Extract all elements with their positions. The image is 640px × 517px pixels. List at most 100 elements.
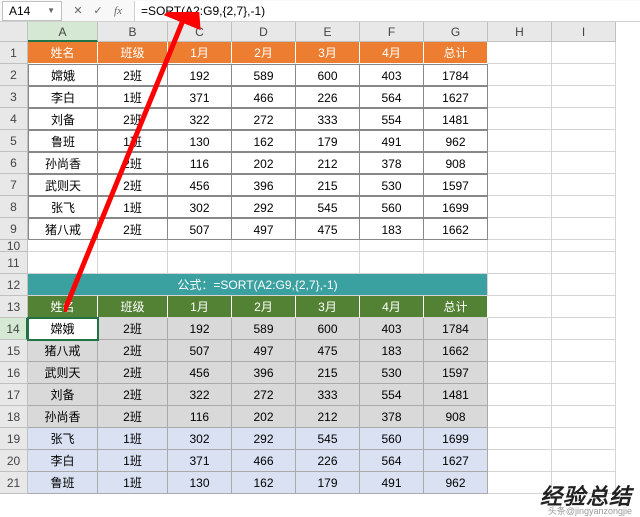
row-header-2[interactable]: 2: [0, 64, 28, 86]
table1-cell[interactable]: 183: [360, 218, 424, 240]
table1-cell[interactable]: 403: [360, 64, 424, 86]
table1-cell[interactable]: 564: [360, 86, 424, 108]
table2-cell[interactable]: 嫦娥: [28, 318, 98, 340]
blank[interactable]: [552, 384, 616, 406]
blank[interactable]: [488, 274, 552, 296]
table2-cell[interactable]: 560: [360, 428, 424, 450]
blank[interactable]: [552, 240, 616, 252]
table2-cell[interactable]: 302: [168, 428, 232, 450]
blank[interactable]: [360, 240, 424, 252]
table1-cell[interactable]: 560: [360, 196, 424, 218]
table1-header[interactable]: 总计: [424, 42, 488, 64]
table2-header[interactable]: 姓名: [28, 296, 98, 318]
blank[interactable]: [552, 152, 616, 174]
table1-cell[interactable]: 475: [296, 218, 360, 240]
blank[interactable]: [552, 274, 616, 296]
table2-cell[interactable]: 292: [232, 428, 296, 450]
row-header-19[interactable]: 19: [0, 428, 28, 450]
table2-cell[interactable]: 179: [296, 472, 360, 494]
table1-cell[interactable]: 猪八戒: [28, 218, 98, 240]
table2-cell[interactable]: 猪八戒: [28, 340, 98, 362]
table2-cell[interactable]: 孙尚香: [28, 406, 98, 428]
row-header-21[interactable]: 21: [0, 472, 28, 494]
blank[interactable]: [488, 174, 552, 196]
blank[interactable]: [28, 240, 98, 252]
blank[interactable]: [424, 252, 488, 274]
table2-cell[interactable]: 1班: [98, 472, 168, 494]
blank[interactable]: [552, 252, 616, 274]
blank[interactable]: [488, 318, 552, 340]
table1-cell[interactable]: 1班: [98, 196, 168, 218]
table1-cell[interactable]: 179: [296, 130, 360, 152]
table1-header[interactable]: 姓名: [28, 42, 98, 64]
row-header-18[interactable]: 18: [0, 406, 28, 428]
table2-header[interactable]: 总计: [424, 296, 488, 318]
table1-cell[interactable]: 333: [296, 108, 360, 130]
blank[interactable]: [296, 252, 360, 274]
table2-cell[interactable]: 1627: [424, 450, 488, 472]
table1-cell[interactable]: 272: [232, 108, 296, 130]
table2-cell[interactable]: 2班: [98, 318, 168, 340]
table1-cell[interactable]: 162: [232, 130, 296, 152]
table1-cell[interactable]: 378: [360, 152, 424, 174]
blank[interactable]: [488, 152, 552, 174]
row-header-16[interactable]: 16: [0, 362, 28, 384]
table1-cell[interactable]: 1699: [424, 196, 488, 218]
table1-header[interactable]: 班级: [98, 42, 168, 64]
blank[interactable]: [28, 252, 98, 274]
table1-cell[interactable]: 嫦娥: [28, 64, 98, 86]
table2-cell[interactable]: 530: [360, 362, 424, 384]
table2-cell[interactable]: 589: [232, 318, 296, 340]
row-header-11[interactable]: 11: [0, 252, 28, 274]
table1-cell[interactable]: 507: [168, 218, 232, 240]
blank[interactable]: [232, 240, 296, 252]
table1-cell[interactable]: 292: [232, 196, 296, 218]
row-header-1[interactable]: 1: [0, 42, 28, 64]
blank[interactable]: [552, 64, 616, 86]
table1-cell[interactable]: 545: [296, 196, 360, 218]
fx-icon[interactable]: fx: [110, 3, 126, 19]
table1-cell[interactable]: 589: [232, 64, 296, 86]
table1-cell[interactable]: 456: [168, 174, 232, 196]
table2-cell[interactable]: 564: [360, 450, 424, 472]
table2-cell[interactable]: 130: [168, 472, 232, 494]
col-header-D[interactable]: D: [232, 22, 296, 42]
blank[interactable]: [98, 240, 168, 252]
blank[interactable]: [488, 384, 552, 406]
blank[interactable]: [488, 362, 552, 384]
table2-cell[interactable]: 371: [168, 450, 232, 472]
table2-cell[interactable]: 1662: [424, 340, 488, 362]
table2-cell[interactable]: 张飞: [28, 428, 98, 450]
row-header-12[interactable]: 12: [0, 274, 28, 296]
table1-cell[interactable]: 396: [232, 174, 296, 196]
table2-cell[interactable]: 1597: [424, 362, 488, 384]
table1-cell[interactable]: 1662: [424, 218, 488, 240]
blank[interactable]: [552, 174, 616, 196]
table2-cell[interactable]: 1班: [98, 428, 168, 450]
table2-cell[interactable]: 192: [168, 318, 232, 340]
table2-cell[interactable]: 396: [232, 362, 296, 384]
table2-cell[interactable]: 1班: [98, 450, 168, 472]
blank[interactable]: [552, 130, 616, 152]
table2-header[interactable]: 4月: [360, 296, 424, 318]
table2-header[interactable]: 1月: [168, 296, 232, 318]
table2-cell[interactable]: 554: [360, 384, 424, 406]
col-header-A[interactable]: A: [28, 22, 98, 42]
col-header-I[interactable]: I: [552, 22, 616, 42]
table2-cell[interactable]: 2班: [98, 362, 168, 384]
table1-cell[interactable]: 212: [296, 152, 360, 174]
table1-cell[interactable]: 鲁班: [28, 130, 98, 152]
col-header-C[interactable]: C: [168, 22, 232, 42]
blank[interactable]: [488, 218, 552, 240]
row-header-9[interactable]: 9: [0, 218, 28, 240]
blank[interactable]: [488, 64, 552, 86]
table1-header[interactable]: 3月: [296, 42, 360, 64]
chevron-down-icon[interactable]: ▼: [47, 6, 55, 15]
blank[interactable]: [552, 108, 616, 130]
row-header-8[interactable]: 8: [0, 196, 28, 218]
table1-cell[interactable]: 371: [168, 86, 232, 108]
table2-cell[interactable]: 212: [296, 406, 360, 428]
table1-cell[interactable]: 497: [232, 218, 296, 240]
table1-cell[interactable]: 2班: [98, 174, 168, 196]
table2-cell[interactable]: 507: [168, 340, 232, 362]
